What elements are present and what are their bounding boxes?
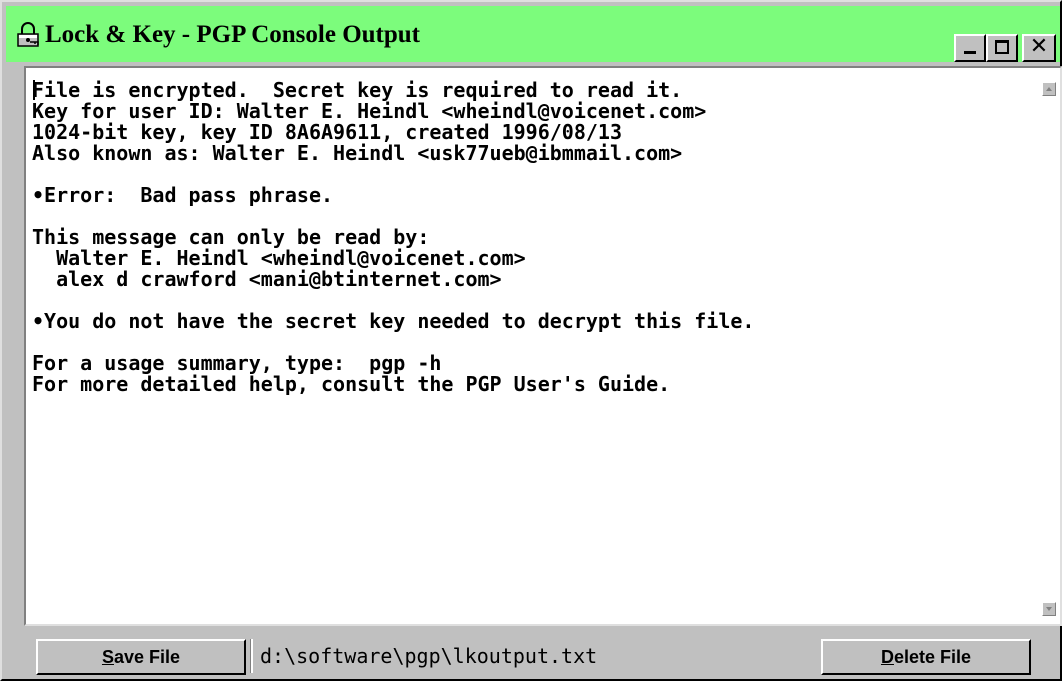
console-output-text[interactable]: File is encrypted. Secret key is require… (32, 80, 754, 395)
delete-mnemonic: D (880, 646, 894, 667)
console-output-area[interactable]: File is encrypted. Secret key is require… (24, 66, 1062, 626)
window-title: Lock & Key - PGP Console Output (45, 21, 421, 48)
scroll-up-arrow-icon[interactable] (1042, 82, 1056, 96)
save-mnemonic: S (101, 646, 114, 667)
output-file-path: d:\software\pgp\lkoutput.txt (260, 644, 598, 668)
close-button[interactable]: ✕ (1022, 34, 1056, 62)
minimize-button[interactable] (954, 34, 986, 62)
save-file-button[interactable]: Save File (36, 639, 246, 675)
minimize-icon (964, 51, 976, 54)
title-bar[interactable]: Lock & Key - PGP Console Output ✕ (6, 6, 1060, 62)
save-button-label: ave File (113, 646, 181, 667)
footer-bar: Save File d:\software\pgp\lkoutput.txt D… (24, 630, 1062, 678)
lock-key-icon (16, 22, 42, 48)
delete-button-label: elete File (893, 646, 972, 667)
pgp-console-window: Lock & Key - PGP Console Output ✕ File i… (0, 0, 1062, 681)
maximize-icon (995, 40, 1009, 54)
maximize-button[interactable] (986, 34, 1018, 62)
delete-file-button[interactable]: Delete File (821, 639, 1031, 675)
scroll-down-arrow-icon[interactable] (1042, 602, 1056, 616)
divider (250, 639, 253, 673)
close-icon: ✕ (1029, 34, 1049, 59)
vertical-scrollbar[interactable] (1040, 68, 1060, 624)
